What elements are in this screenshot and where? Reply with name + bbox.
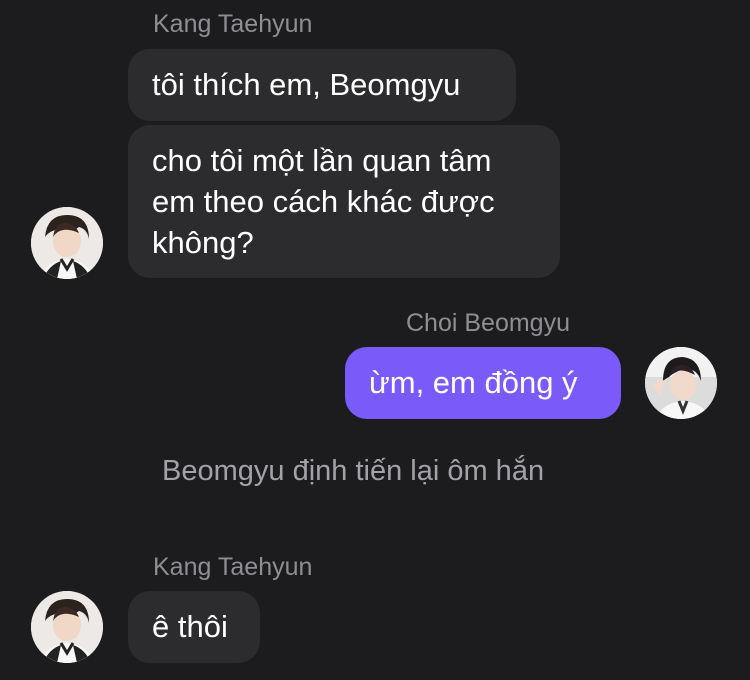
message-bubble-outgoing[interactable]: ừm, em đồng ý — [345, 347, 621, 419]
message-text: tôi thích em, Beomgyu — [152, 67, 461, 102]
avatar-kang-taehyun-icon[interactable] — [31, 591, 103, 663]
message-text-line: cho tôi một lần quan tâm — [152, 143, 492, 178]
message-bubble-incoming[interactable]: tôi thích em, Beomgyu — [128, 49, 516, 121]
message-text-line: không? — [152, 225, 254, 260]
avatar-choi-beomgyu-icon[interactable] — [645, 347, 717, 419]
message-text-line: em theo cách khác được — [152, 184, 495, 219]
message-text: ê thôi — [152, 609, 228, 644]
narration-text: Beomgyu định tiến lại ôm hắn — [162, 455, 545, 487]
avatar-kang-taehyun-icon[interactable] — [31, 207, 103, 279]
sender-name-kang-taehyun: Kang Taehyun — [153, 553, 313, 581]
sender-name-choi-beomgyu: Choi Beomgyu — [406, 309, 570, 337]
message-bubble-incoming[interactable]: cho tôi một lần quan tâm em theo cách kh… — [128, 125, 560, 278]
message-text: ừm, em đồng ý — [369, 365, 578, 400]
message-bubble-incoming[interactable]: ê thôi — [128, 591, 260, 663]
sender-name-kang-taehyun: Kang Taehyun — [153, 10, 313, 38]
